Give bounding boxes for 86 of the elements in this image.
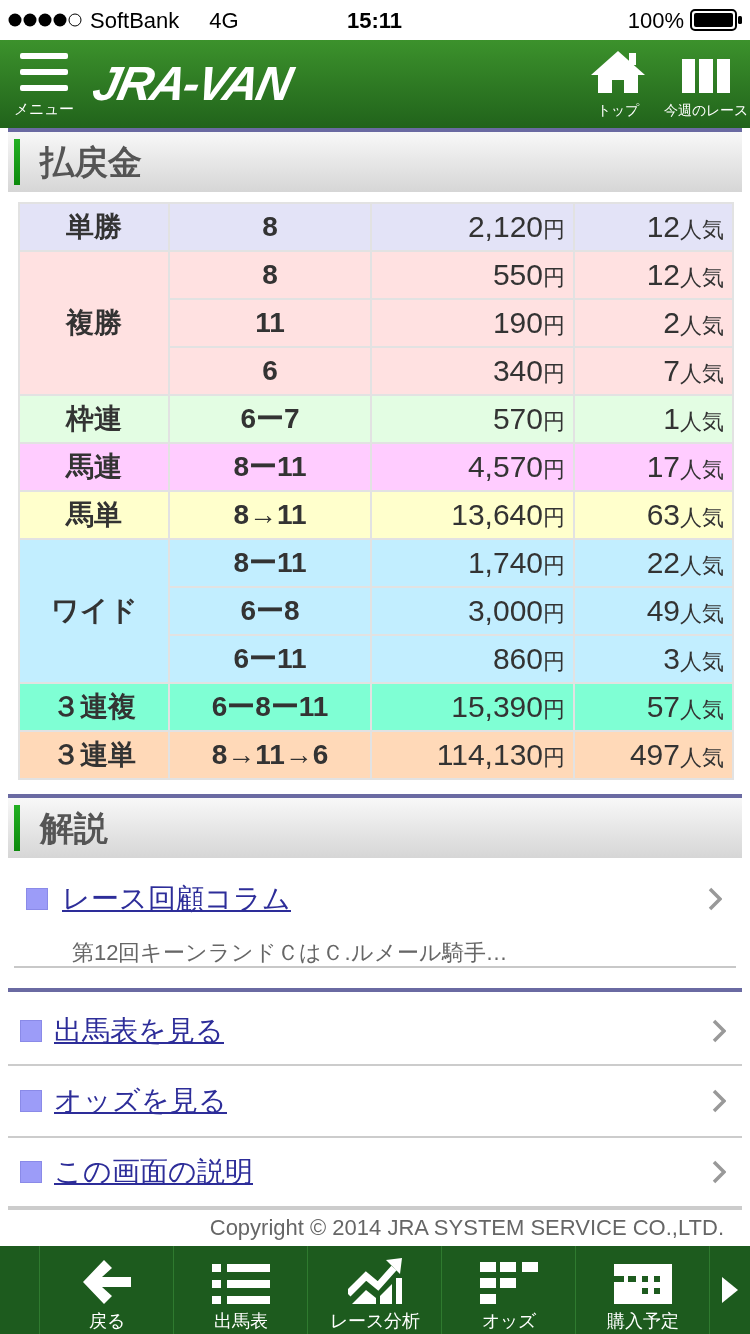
popularity-cell: 3人気 [574, 635, 733, 683]
top-button[interactable]: トップ [586, 51, 650, 117]
app-logo: JRA-VAN [88, 60, 295, 108]
chevron-right-icon [712, 1160, 726, 1184]
bet-type-cell: 複勝 [19, 251, 169, 395]
column-link[interactable]: レース回顧コラム [62, 885, 291, 913]
page-link[interactable]: 出馬表を見る [54, 1017, 224, 1045]
payout-cell: 114,130円 [371, 731, 574, 779]
menu-button[interactable]: メニュー [12, 52, 76, 116]
next-triangle-icon[interactable] [722, 1277, 738, 1303]
chevron-right-icon [712, 1019, 726, 1043]
bet-type-cell: ３連複 [19, 683, 169, 731]
battery-percent: 100% [627, 6, 684, 35]
grid-blocks-icon [479, 1262, 538, 1304]
payout-cell: 13,640円 [371, 491, 574, 539]
nav-button[interactable]: 出馬表 [174, 1246, 308, 1334]
copyright-text: Copyright © 2014 JRA SYSTEM SERVICE CO.,LTD. [209, 1217, 724, 1239]
page-link[interactable]: オッズを見る [54, 1087, 227, 1115]
bet-type-cell: 単勝 [19, 203, 169, 251]
nav-button[interactable]: 購入予定 [576, 1246, 710, 1334]
calendar-icon [613, 1264, 672, 1304]
payout-cell: 860円 [371, 635, 574, 683]
payout-cell: 3,000円 [371, 587, 574, 635]
popularity-cell: 22人気 [574, 539, 733, 587]
payout-cell: 550円 [371, 251, 574, 299]
network-type: 4G [209, 6, 239, 35]
rising-chart-icon [347, 1258, 402, 1304]
popularity-cell: 12人気 [574, 203, 733, 251]
popularity-cell: 17人気 [574, 443, 733, 491]
chevron-right-icon [708, 887, 722, 911]
popularity-cell: 12人気 [574, 251, 733, 299]
payout-cell: 190円 [371, 299, 574, 347]
bet-type-cell: 馬単 [19, 491, 169, 539]
nav-button[interactable]: オッズ [442, 1246, 576, 1334]
left-arrow-icon [82, 1260, 131, 1304]
combination-cell: 8ー11 [169, 539, 371, 587]
combination-cell: 8 [169, 251, 371, 299]
section-title: 払戻金 [40, 145, 142, 179]
menu-icon [20, 52, 68, 91]
popularity-cell: 49人気 [574, 587, 733, 635]
bet-type-cell: 馬連 [19, 443, 169, 491]
home-icon [591, 51, 645, 93]
payout-cell: 2,120円 [371, 203, 574, 251]
combination-cell: 11 [169, 299, 371, 347]
this-week-races-button[interactable]: 今週のレース [662, 51, 750, 117]
nav-button[interactable]: レース分析 [308, 1246, 442, 1334]
accent-bar [14, 805, 20, 851]
combination-cell: 6ー8 [169, 587, 371, 635]
popularity-cell: 497人気 [574, 731, 733, 779]
nav-button[interactable]: 戻る [40, 1246, 174, 1334]
bet-type-cell: 枠連 [19, 395, 169, 443]
combination-cell: 6ー7 [169, 395, 371, 443]
accent-bar [14, 139, 20, 185]
square-icon [20, 1161, 42, 1183]
bet-type-cell: ワイド [19, 539, 169, 683]
combination-cell: 6ー11 [169, 635, 371, 683]
list-icon [211, 1264, 270, 1304]
square-icon [26, 888, 48, 910]
square-icon [20, 1020, 42, 1042]
payout-cell: 15,390円 [371, 683, 574, 731]
popularity-cell: 57人気 [574, 683, 733, 731]
combination-cell: 6 [169, 347, 371, 395]
payout-cell: 1,740円 [371, 539, 574, 587]
page-link[interactable]: この画面の説明 [54, 1158, 253, 1186]
combination-cell: 6ー8ー11 [169, 683, 371, 731]
payout-cell: 340円 [371, 347, 574, 395]
battery-icon [690, 9, 742, 31]
signal-icon [8, 13, 82, 27]
clock-time: 15:11 [347, 6, 403, 35]
popularity-cell: 7人気 [574, 347, 733, 395]
section-title: 解説 [40, 811, 108, 845]
popularity-cell: 1人気 [574, 395, 733, 443]
summary-text: 第12回キーンランドＣはＣ.ルメール騎手… [72, 942, 508, 964]
bet-type-cell: ３連単 [19, 731, 169, 779]
payout-cell: 570円 [371, 395, 574, 443]
payout-cell: 4,570円 [371, 443, 574, 491]
chevron-right-icon [712, 1089, 726, 1113]
columns-icon [682, 59, 730, 93]
combination-cell: 8ー11 [169, 443, 371, 491]
combination-cell: 8→11 [169, 491, 371, 539]
popularity-cell: 2人気 [574, 299, 733, 347]
combination-cell: 8 [169, 203, 371, 251]
carrier-name: SoftBank [90, 6, 180, 35]
square-icon [20, 1090, 42, 1112]
combination-cell: 8→11→6 [169, 731, 371, 779]
popularity-cell: 63人気 [574, 491, 733, 539]
